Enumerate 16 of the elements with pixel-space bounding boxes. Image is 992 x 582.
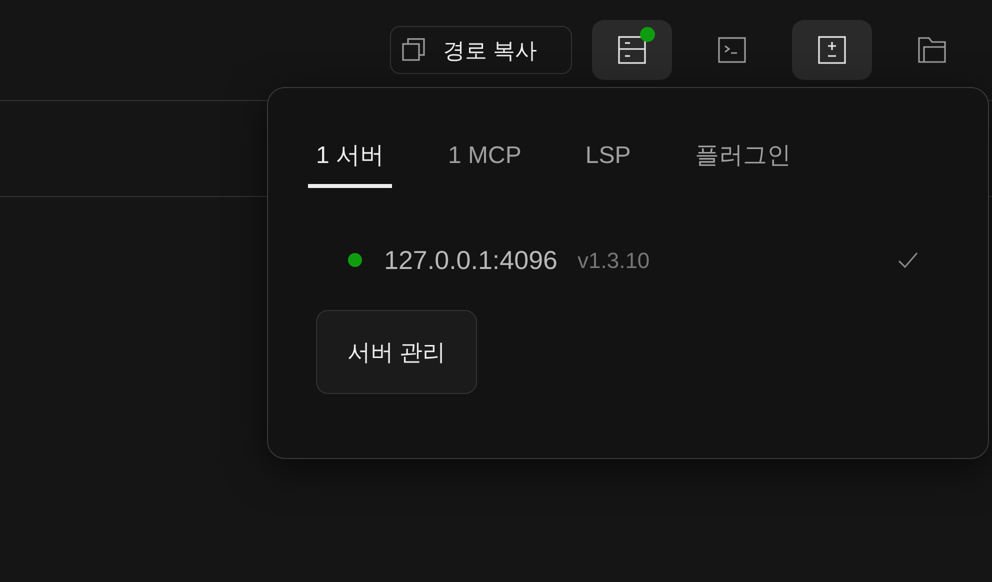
- tab[interactable]: 플러그인: [686, 128, 799, 188]
- folder-icon: [918, 37, 946, 63]
- server-row[interactable]: 127.0.0.1:4096 v1.3.10: [348, 228, 918, 292]
- diff-button[interactable]: [792, 20, 872, 80]
- copy-icon: [401, 37, 427, 63]
- terminal-icon: [718, 37, 746, 63]
- servers-button[interactable]: [592, 20, 672, 80]
- server-address: 127.0.0.1:4096: [384, 244, 558, 276]
- tab[interactable]: 1 MCP: [440, 128, 530, 188]
- copy-path-button[interactable]: 경로 복사: [390, 26, 572, 74]
- manage-servers-button[interactable]: 서버 관리: [316, 310, 477, 394]
- tab[interactable]: 1 서버: [308, 128, 392, 188]
- server-icon: [618, 36, 646, 64]
- tab[interactable]: LSP: [577, 128, 639, 188]
- diff-icon: [818, 36, 846, 64]
- server-version: v1.3.10: [578, 246, 650, 274]
